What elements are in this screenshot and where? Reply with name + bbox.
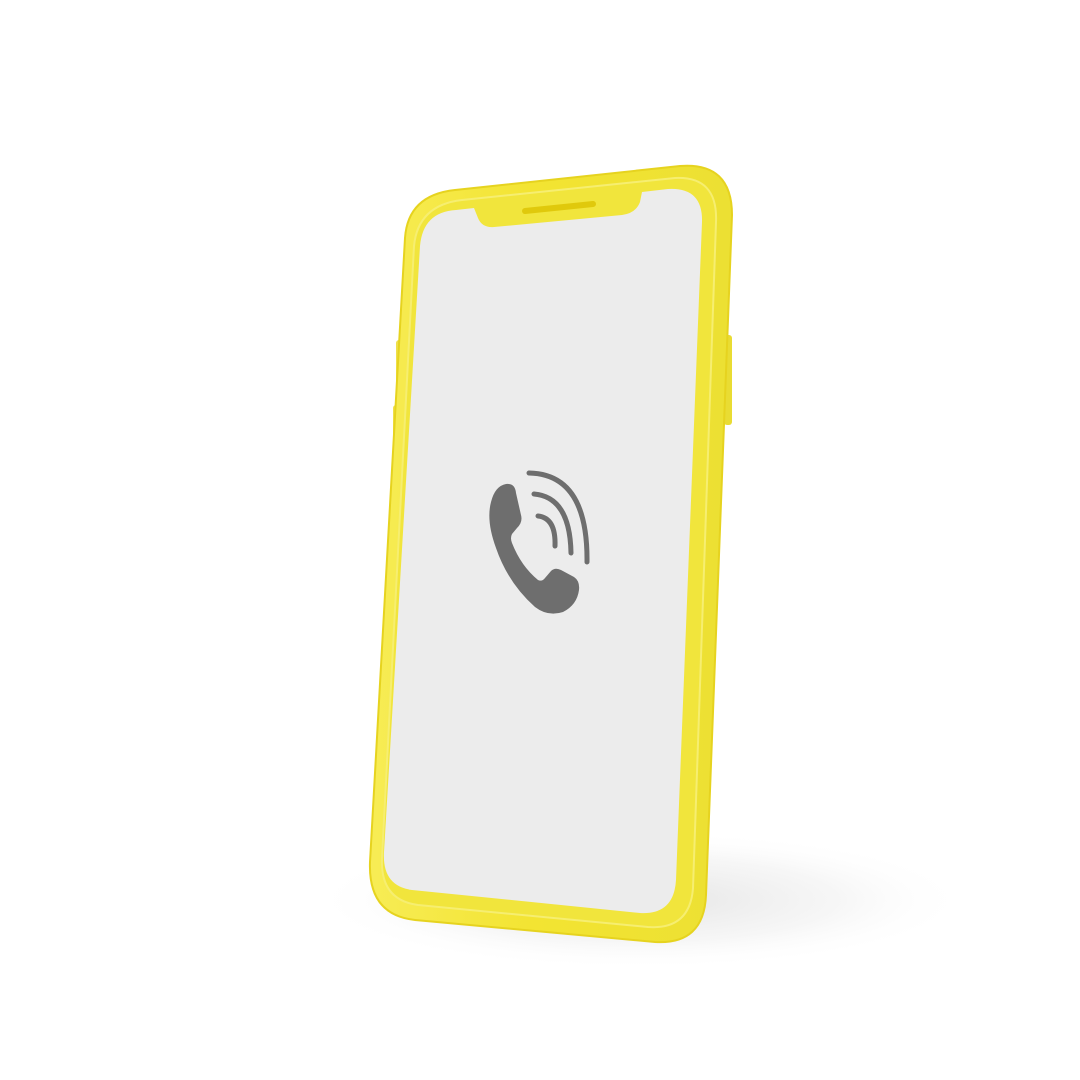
- phone-screen: [383, 188, 703, 914]
- scene: [0, 0, 1080, 1080]
- phone-illustration: [310, 164, 970, 970]
